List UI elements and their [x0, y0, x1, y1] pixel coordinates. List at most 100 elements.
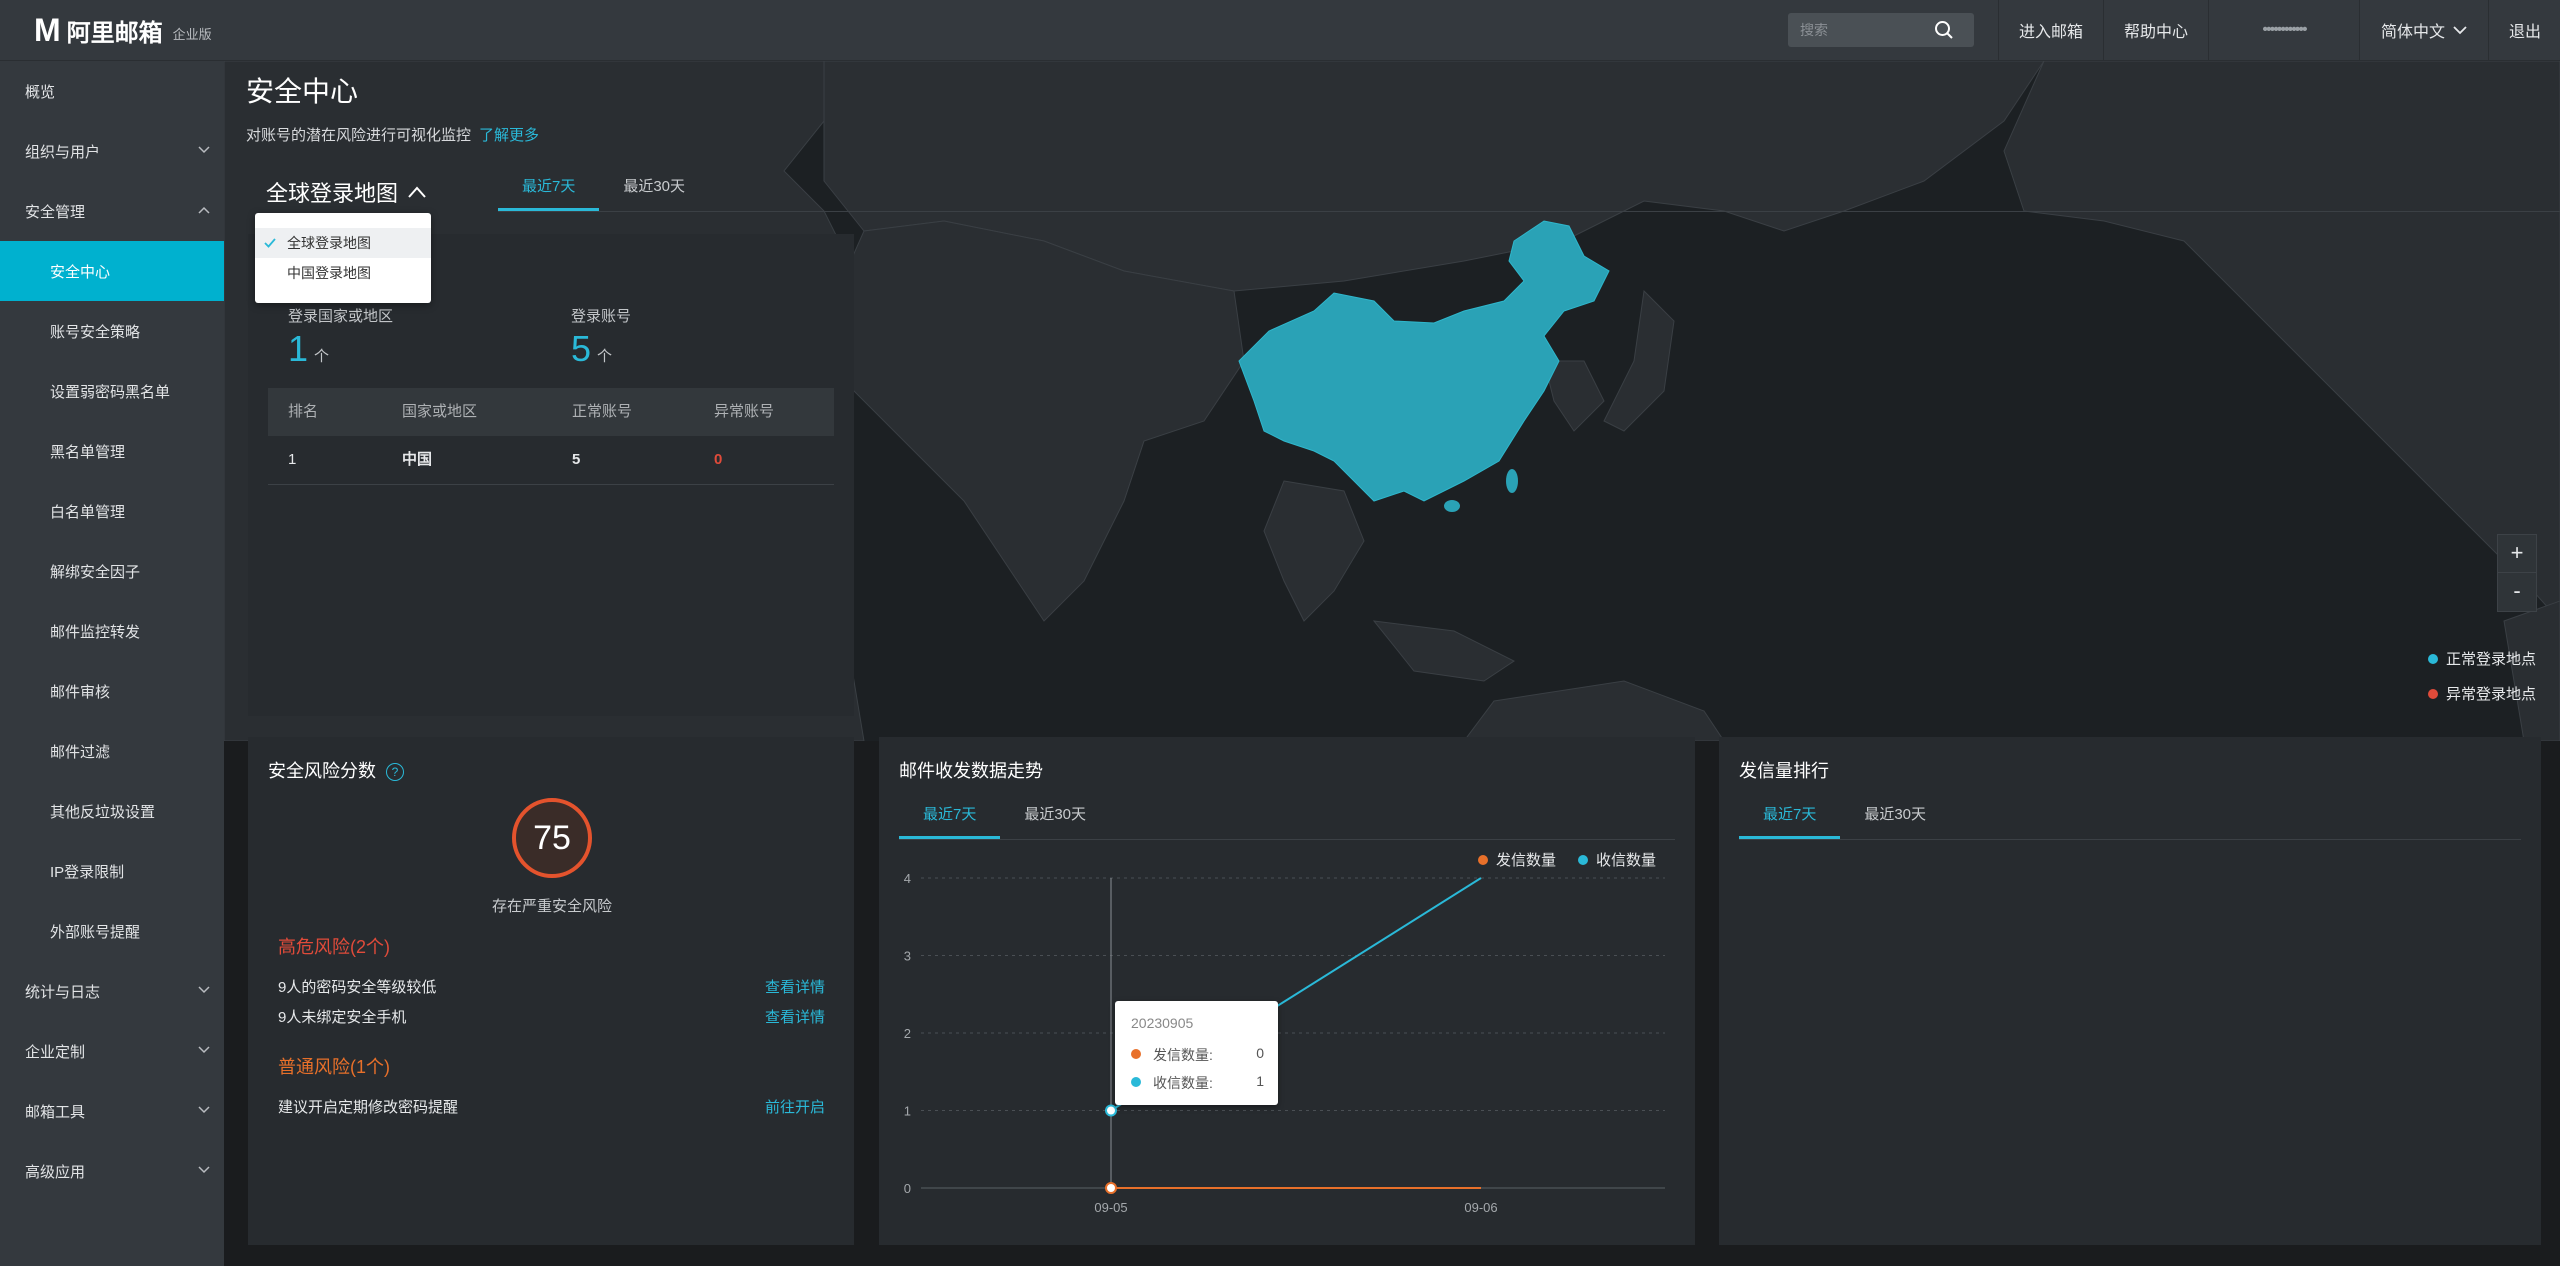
sidebar-item-ip-restrict[interactable]: IP登录限制	[0, 841, 224, 901]
enter-mail-link[interactable]: 进入邮箱	[1998, 0, 2103, 60]
region-count: 1个	[288, 328, 329, 370]
tab-30-days[interactable]: 最近30天	[599, 172, 709, 211]
sidebar-item-label: 邮件过滤	[50, 743, 111, 761]
series-point-1	[1105, 1104, 1117, 1117]
search-icon[interactable]	[1934, 20, 1954, 40]
legend-normal-label: 正常登录地点	[2446, 651, 2537, 668]
y-tick-label: 3	[904, 949, 911, 964]
sidebar-item-stats-logs[interactable]: 统计与日志	[0, 961, 224, 1021]
column-header-region: 国家或地区	[402, 403, 478, 420]
sidebar-item-mail-review[interactable]: 邮件审核	[0, 661, 224, 721]
go-enable-link[interactable]: 前往开启	[765, 1096, 825, 1117]
map-type-dropdown: 全球登录地图 中国登录地图	[255, 213, 431, 303]
help-icon[interactable]: ?	[386, 763, 404, 782]
y-tick-label: 0	[904, 1181, 911, 1196]
tooltip-recv-value: 1	[1256, 1073, 1264, 1089]
learn-more-link[interactable]: 了解更多	[479, 127, 539, 144]
series-point-0	[1105, 1182, 1117, 1194]
tab-divider	[498, 211, 2560, 212]
sidebar-item-mail-filter[interactable]: 邮件过滤	[0, 721, 224, 781]
sidebar-item-label: 其他反垃圾设置	[50, 803, 156, 821]
chevron-down-icon	[198, 1166, 210, 1174]
legend-abnormal: 异常登录地点	[2428, 683, 2536, 704]
table-row: 1 中国 5 0	[268, 436, 834, 485]
option-label: 中国登录地图	[287, 265, 371, 281]
sidebar-item-customization[interactable]: 企业定制	[0, 1021, 224, 1081]
sidebar-item-label: 邮箱工具	[25, 1103, 86, 1121]
high-risk-title: 高危风险(2个)	[278, 937, 390, 957]
y-tick-label: 2	[904, 1026, 911, 1041]
legend-abnormal-label: 异常登录地点	[2446, 686, 2537, 703]
tab-30-days[interactable]: 最近30天	[1000, 800, 1110, 839]
recv-dot-icon	[1131, 1077, 1141, 1087]
trend-period-tabs: 最近7天 最近30天	[899, 800, 1110, 839]
search-box	[1788, 13, 1974, 47]
sidebar-item-label: 高级应用	[25, 1163, 86, 1181]
sidebar-item-org-users[interactable]: 组织与用户	[0, 121, 224, 181]
column-header-rank: 排名	[288, 403, 319, 420]
account-name[interactable]: ••••••••••••	[2208, 0, 2359, 60]
tooltip-sent-value: 0	[1256, 1045, 1264, 1061]
sidebar-item-security-center[interactable]: 安全中心	[0, 241, 224, 301]
y-tick-label: 4	[904, 871, 911, 886]
dropdown-option-global[interactable]: 全球登录地图	[255, 228, 431, 258]
tab-divider	[1739, 839, 2521, 840]
region-count-label: 登录国家或地区	[288, 308, 394, 325]
cell-normal: 5	[572, 451, 581, 468]
sidebar-item-label: 账号安全策略	[50, 323, 141, 341]
tab-7-days[interactable]: 最近7天	[498, 172, 600, 211]
chevron-down-icon	[198, 146, 210, 154]
tab-7-days[interactable]: 最近7天	[899, 800, 1001, 839]
sidebar-item-security[interactable]: 安全管理	[0, 181, 224, 241]
tab-divider	[899, 839, 1675, 840]
sidebar-item-label: 黑名单管理	[50, 443, 126, 461]
tooltip-recv-label: 收信数量:	[1153, 1075, 1213, 1091]
chevron-down-icon	[2453, 25, 2467, 34]
account-count-value: 5	[571, 328, 592, 369]
risk-score-badge: 75	[512, 798, 592, 878]
view-details-link[interactable]: 查看详情	[765, 1006, 825, 1027]
normal-dot-icon	[2428, 653, 2438, 664]
sidebar-item-blacklist[interactable]: 黑名单管理	[0, 421, 224, 481]
sidebar-item-advanced[interactable]: 高级应用	[0, 1141, 224, 1201]
sidebar-item-overview[interactable]: 概览	[0, 61, 224, 121]
map-type-select[interactable]: 全球登录地图	[266, 176, 426, 208]
help-center-link[interactable]: 帮助中心	[2103, 0, 2208, 60]
option-label: 全球登录地图	[287, 235, 371, 251]
sidebar-item-external-alert[interactable]: 外部账号提醒	[0, 901, 224, 961]
chevron-down-icon	[198, 1046, 210, 1054]
sidebar-item-label: 概览	[25, 83, 56, 101]
column-header-abnormal: 异常账号	[714, 403, 775, 420]
risk-title-text: 安全风险分数	[268, 761, 376, 781]
language-select[interactable]: 简体中文	[2359, 0, 2488, 60]
zoom-out-button[interactable]: -	[2497, 572, 2537, 612]
trend-title: 邮件收发数据走势	[899, 761, 1043, 781]
tab-30-days[interactable]: 最近30天	[1840, 800, 1950, 839]
sidebar-item-mail-monitor[interactable]: 邮件监控转发	[0, 601, 224, 661]
tooltip-date: 20230905	[1131, 1015, 1194, 1031]
risk-card-title: 安全风险分数?	[268, 757, 404, 783]
tab-7-days[interactable]: 最近7天	[1739, 800, 1841, 839]
cell-region: 中国	[402, 451, 433, 468]
logo[interactable]: M 阿里邮箱 企业版	[34, 12, 212, 48]
search-input[interactable]	[1798, 14, 1932, 46]
sidebar-item-antispam[interactable]: 其他反垃圾设置	[0, 781, 224, 841]
logout-link[interactable]: 退出	[2488, 0, 2560, 60]
zoom-in-button[interactable]: +	[2497, 534, 2537, 574]
view-details-link[interactable]: 查看详情	[765, 976, 825, 997]
mail-trend-chart[interactable]: 0 1 2 3 4 09-05 09-06	[879, 860, 1695, 1230]
sidebar-item-whitelist[interactable]: 白名单管理	[0, 481, 224, 541]
logo-text: 阿里邮箱	[66, 19, 163, 47]
sidebar-item-mail-tools[interactable]: 邮箱工具	[0, 1081, 224, 1141]
sidebar-item-label: 安全中心	[50, 263, 111, 281]
sidebar-item-account-policy[interactable]: 账号安全策略	[0, 301, 224, 361]
sidebar-item-label: 设置弱密码黑名单	[50, 383, 171, 401]
dropdown-option-china[interactable]: 中国登录地图	[255, 258, 431, 288]
risk-item: 9人的密码安全等级较低	[278, 979, 437, 996]
chevron-down-icon	[198, 1106, 210, 1114]
tooltip-sent-label: 发信数量:	[1153, 1047, 1213, 1063]
x-tick-label: 09-05	[1094, 1200, 1127, 1215]
risk-item: 建议开启定期修改密码提醒	[278, 1099, 459, 1116]
sidebar-item-unbind-factor[interactable]: 解绑安全因子	[0, 541, 224, 601]
sidebar-item-weak-password[interactable]: 设置弱密码黑名单	[0, 361, 224, 421]
